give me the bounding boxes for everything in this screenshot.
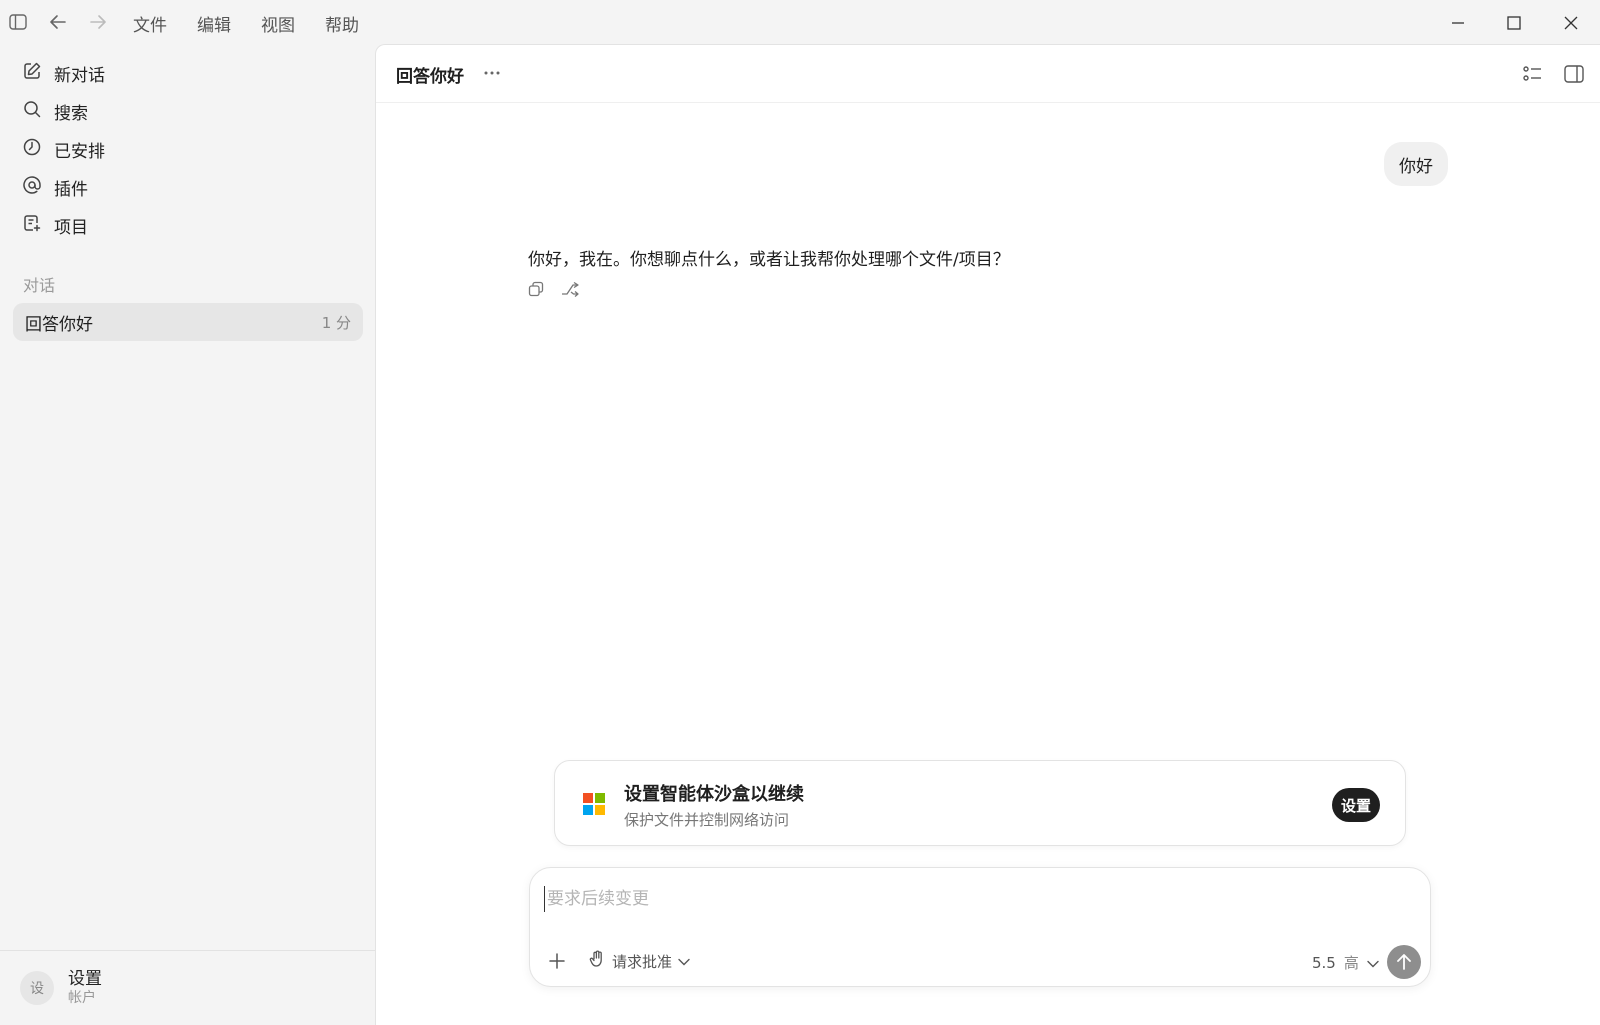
model-level: 高: [1343, 954, 1359, 972]
sidebar-item-label: 搜索: [54, 103, 88, 124]
avatar: 设: [20, 971, 54, 1005]
maximize-button[interactable]: [1499, 8, 1529, 38]
fork-branch-icon[interactable]: [560, 279, 580, 299]
conversations-section-label: 对话: [23, 276, 56, 295]
user-message: 你好: [1384, 142, 1448, 186]
close-button[interactable]: [1556, 8, 1586, 38]
menu-file[interactable]: 文件: [133, 11, 197, 36]
chevron-down-icon: [678, 952, 690, 970]
sidebar-item-label: 新对话: [54, 65, 105, 86]
copy-icon[interactable]: [526, 279, 546, 299]
sidebar-item-label: 项目: [54, 217, 88, 238]
message-actions: [526, 279, 580, 299]
search-icon: [22, 99, 42, 124]
sidebar-item-label: 插件: [54, 179, 88, 200]
sidebar-item-projects[interactable]: 项目: [22, 210, 88, 240]
message-composer: 请求批准 5.5 高: [529, 867, 1431, 987]
sandbox-card-subtitle: 保护文件并控制网络访问: [624, 811, 790, 829]
side-panel-icon[interactable]: [1561, 61, 1587, 87]
logo-square-green: [595, 793, 605, 803]
sandbox-card-title: 设置智能体沙盒以继续: [624, 784, 804, 805]
sidebar-item-new-chat[interactable]: 新对话: [22, 58, 105, 88]
arrow-up-icon: [1397, 954, 1411, 970]
conversation-item[interactable]: 回答你好 1 分: [13, 303, 363, 341]
model-version: 5.5: [1312, 953, 1336, 972]
minimize-button[interactable]: [1443, 8, 1473, 38]
sidebar-item-plugins[interactable]: 插件: [22, 172, 88, 202]
send-button[interactable]: [1387, 945, 1421, 979]
sidebar-item-label: 已安排: [54, 141, 105, 162]
conversation-title: 回答你好: [25, 314, 93, 335]
title-bar: 文件 编辑 视图 帮助: [0, 0, 1600, 44]
account-subtitle: 帐户: [68, 990, 96, 1006]
setup-button[interactable]: 设置: [1332, 788, 1380, 822]
menu-help[interactable]: 帮助: [325, 11, 389, 36]
approval-mode-label: 请求批准: [612, 952, 673, 971]
edit-icon: [22, 61, 42, 86]
logo-square-red: [583, 793, 593, 803]
approval-mode-dropdown[interactable]: 请求批准: [588, 950, 690, 972]
account-name: 设置: [68, 969, 102, 989]
more-options-icon[interactable]: [480, 63, 504, 83]
hand-icon: [588, 950, 606, 972]
back-arrow-icon[interactable]: [46, 10, 70, 34]
sidebar-item-search[interactable]: 搜索: [22, 96, 88, 126]
chat-panel: 回答你好 你好 你好，我在。你想聊点什么，或者让我帮你处理哪个文件/项目？ 设置…: [375, 44, 1600, 1025]
menu-bar: 文件 编辑 视图 帮助: [133, 11, 389, 36]
clock-icon: [22, 137, 42, 162]
sidebar-divider: [0, 950, 375, 951]
conversation-time: 1 分: [321, 313, 351, 332]
forward-arrow-icon[interactable]: [86, 10, 110, 34]
model-selector[interactable]: 5.5 高: [1312, 952, 1379, 973]
account-settings[interactable]: 设 设置 帐户: [20, 969, 102, 1007]
message-input[interactable]: [544, 886, 1404, 912]
assistant-message: 你好，我在。你想聊点什么，或者让我帮你处理哪个文件/项目？: [528, 250, 1010, 270]
sandbox-setup-card: 设置智能体沙盒以继续 保护文件并控制网络访问 设置: [554, 760, 1406, 846]
sidebar-item-scheduled[interactable]: 已安排: [22, 134, 105, 164]
logo-square-blue: [583, 805, 593, 815]
windows-logo-icon: [583, 793, 605, 815]
sidebar: 新对话 搜索 已安排 插件 项目 对话 回答你好 1 分 设 设置 帐户: [0, 44, 375, 1025]
chevron-down-icon: [1367, 954, 1379, 972]
project-icon: [22, 213, 42, 238]
at-icon: [22, 175, 42, 200]
menu-view[interactable]: 视图: [261, 11, 325, 36]
menu-edit[interactable]: 编辑: [197, 11, 261, 36]
sidebar-toggle-icon[interactable]: [6, 10, 30, 34]
outline-list-icon[interactable]: [1520, 61, 1546, 87]
add-attachment-icon[interactable]: [546, 950, 568, 972]
logo-square-yellow: [595, 805, 605, 815]
page-title: 回答你好: [396, 67, 464, 87]
chat-header: 回答你好: [376, 45, 1600, 103]
